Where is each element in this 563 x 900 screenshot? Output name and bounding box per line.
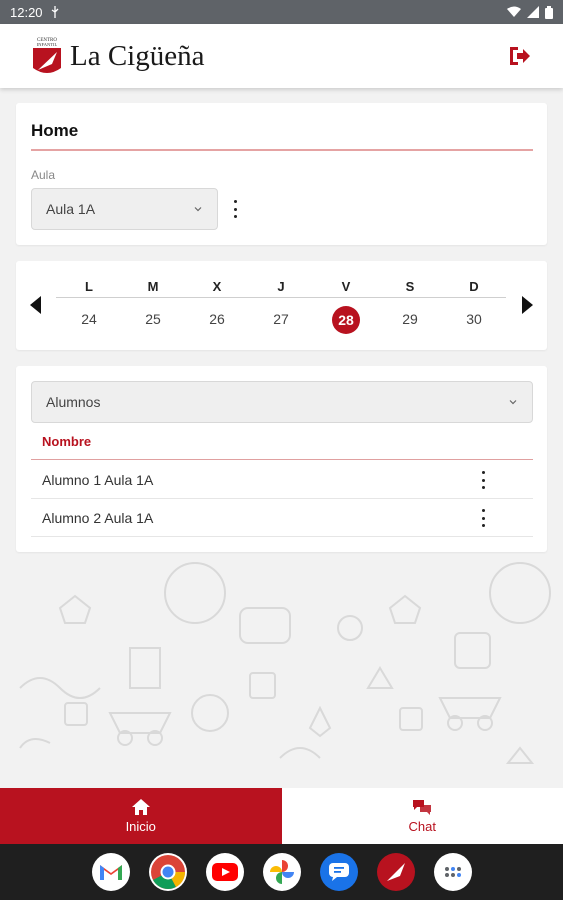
calendar-divider [56,297,506,298]
students-card: Alumnos Nombre Alumno 1 Aula 1A Alumno 2… [16,366,547,552]
status-bar: 12:20 [0,0,563,24]
student-name: Alumno 1 Aula 1A [42,471,154,488]
gmail-icon[interactable] [91,853,130,891]
svg-text:INFANTIL: INFANTIL [37,42,58,47]
signal-icon [527,6,539,18]
tab-label: Chat [408,818,436,834]
status-time: 12:20 [10,4,43,20]
table-row[interactable]: Alumno 2 Aula 1A [31,499,533,537]
row-options-icon[interactable] [480,471,486,489]
header-divider [31,459,533,460]
aula-select-value: Aula 1A [46,201,96,217]
page-title: Home [31,121,79,140]
aula-options-icon[interactable] [232,200,238,218]
student-name: Alumno 2 Aula 1A [42,509,154,526]
tab-label: Inicio [125,818,156,834]
chevron-down-icon [194,207,202,212]
app-title: La Cigüeña [70,39,205,72]
alumnos-select[interactable]: Alumnos [31,381,533,423]
column-header-nombre: Nombre [42,434,92,449]
day-name: D [469,279,479,294]
logout-icon[interactable] [507,43,533,69]
home-card: Home Aula Aula 1A [16,103,547,245]
app-drawer-icon[interactable] [433,853,472,891]
previous-week-icon[interactable] [30,296,41,314]
tab-inicio[interactable]: Inicio [0,788,282,844]
app-bar: CENTRO INFANTIL La Cigüeña [0,24,563,88]
system-dock [0,844,563,900]
day-name: J [277,279,285,294]
chevron-down-icon [509,400,517,405]
title-divider [31,149,533,151]
day-number[interactable]: 26 [197,311,237,327]
day-name: X [212,279,222,294]
day-name: L [85,279,93,294]
day-number[interactable]: 27 [261,311,301,327]
photos-icon[interactable] [262,853,301,891]
table-row[interactable]: Alumno 1 Aula 1A [31,461,533,499]
alumnos-select-value: Alumnos [46,394,101,410]
messages-icon[interactable] [319,853,358,891]
battery-icon [545,5,553,19]
day-number[interactable]: 29 [390,311,430,327]
home-icon [131,798,150,815]
la-ciguena-app-icon[interactable] [376,853,415,891]
chrome-icon[interactable] [148,853,187,891]
aula-label: Aula [31,168,56,182]
next-week-icon[interactable] [522,296,533,314]
day-name: V [341,279,351,294]
selected-day[interactable]: 28 [332,306,360,334]
day-name: M [147,279,159,294]
day-number[interactable]: 30 [454,311,494,327]
usb-icon [51,6,59,18]
day-number[interactable]: 25 [133,311,173,327]
wifi-icon [507,6,521,17]
bottom-navigation: Inicio Chat [0,788,563,844]
logo-icon: CENTRO INFANTIL [30,34,64,78]
day-name: S [405,279,415,294]
chat-icon [413,799,432,815]
week-calendar: L M X J V S D 24 25 26 27 28 29 30 [16,261,547,350]
aula-select[interactable]: Aula 1A [31,188,218,230]
day-number[interactable]: 24 [69,311,109,327]
row-options-icon[interactable] [480,509,486,527]
youtube-icon[interactable] [205,853,244,891]
tab-chat[interactable]: Chat [281,788,563,844]
